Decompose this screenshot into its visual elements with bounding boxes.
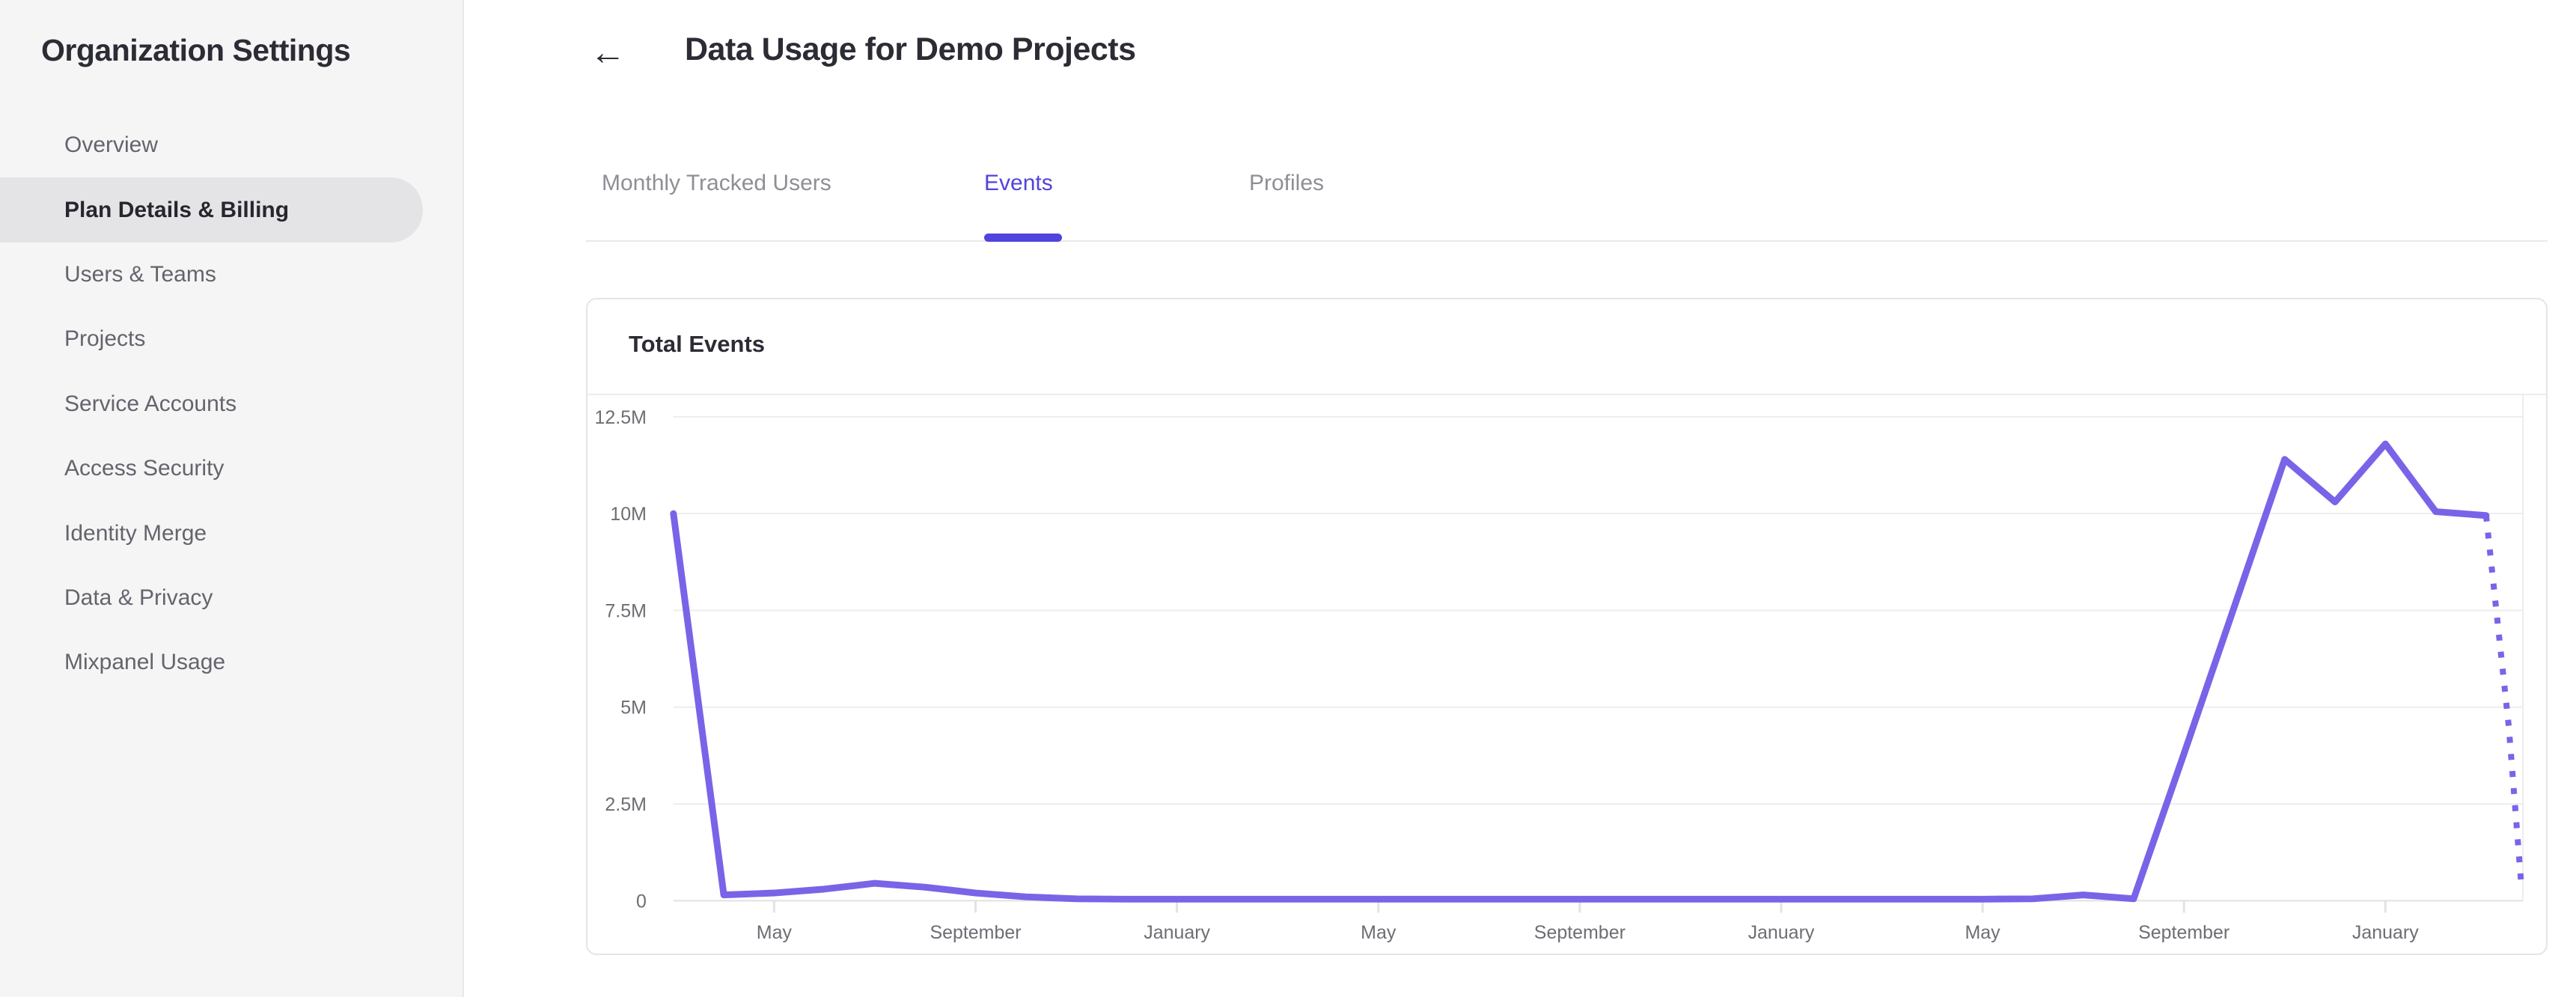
tab-profiles[interactable]: Profiles bbox=[1249, 171, 1324, 196]
sidebar-item-access-security[interactable]: Access Security bbox=[0, 436, 423, 501]
x-axis-label: September bbox=[1534, 922, 1626, 943]
page-title: Data Usage for Demo Projects bbox=[685, 31, 1136, 67]
x-axis-label: May bbox=[1965, 922, 2001, 943]
sidebar-nav: Overview Plan Details & Billing Users & Te… bbox=[0, 113, 423, 695]
sidebar: Organization Settings Overview Plan Detai… bbox=[0, 0, 464, 997]
projection-dotted-line bbox=[2482, 515, 2524, 886]
y-axis-label: 12.5M bbox=[595, 407, 647, 428]
y-axis-label: 7.5M bbox=[605, 600, 646, 621]
x-axis-label: September bbox=[2138, 922, 2229, 943]
y-axis-label: 5M bbox=[620, 698, 647, 719]
active-tab-underline bbox=[984, 234, 1062, 242]
total-events-card: Total Events 12.5M 10M 7.5M 5M 2.5M 0 May Septe… bbox=[586, 298, 2548, 955]
sidebar-item-users-teams[interactable]: Users & Teams bbox=[0, 243, 423, 307]
sidebar-item-data-privacy[interactable]: Data & Privacy bbox=[0, 566, 423, 630]
tab-events[interactable]: Events bbox=[984, 171, 1053, 196]
total-events-line-chart[interactable]: 12.5M 10M 7.5M 5M 2.5M 0 May September January Ma… bbox=[587, 395, 2546, 954]
x-axis-label: May bbox=[757, 922, 793, 943]
x-axis-label: May bbox=[1361, 922, 1397, 943]
sidebar-item-plan-details-billing[interactable]: Plan Details & Billing bbox=[0, 177, 423, 243]
sidebar-item-mixpanel-usage[interactable]: Mixpanel Usage bbox=[0, 630, 423, 695]
x-axis-label: January bbox=[1144, 922, 1210, 943]
total-events-series-line bbox=[670, 440, 2490, 903]
chart-title: Total Events bbox=[629, 331, 766, 357]
y-axis-label: 10M bbox=[610, 504, 647, 525]
x-axis-label: September bbox=[930, 922, 1021, 943]
tab-bar: Monthly Tracked Users Events Profiles bbox=[586, 150, 2548, 242]
x-axis-label: January bbox=[1748, 922, 1815, 943]
x-axis-label: January bbox=[2352, 922, 2419, 943]
sidebar-item-projects[interactable]: Projects bbox=[0, 307, 423, 371]
sidebar-item-service-accounts[interactable]: Service Accounts bbox=[0, 372, 423, 436]
sidebar-item-identity-merge[interactable]: Identity Merge bbox=[0, 501, 423, 565]
sidebar-item-overview[interactable]: Overview bbox=[0, 113, 423, 177]
y-axis-label: 0 bbox=[636, 891, 647, 912]
back-arrow-icon[interactable]: ← bbox=[590, 30, 642, 76]
y-axis-label: 2.5M bbox=[605, 794, 646, 815]
app-root: Organization Settings Overview Plan Detai… bbox=[0, 0, 2576, 997]
sidebar-title: Organization Settings bbox=[41, 33, 351, 67]
tab-monthly-tracked-users[interactable]: Monthly Tracked Users bbox=[602, 171, 831, 196]
